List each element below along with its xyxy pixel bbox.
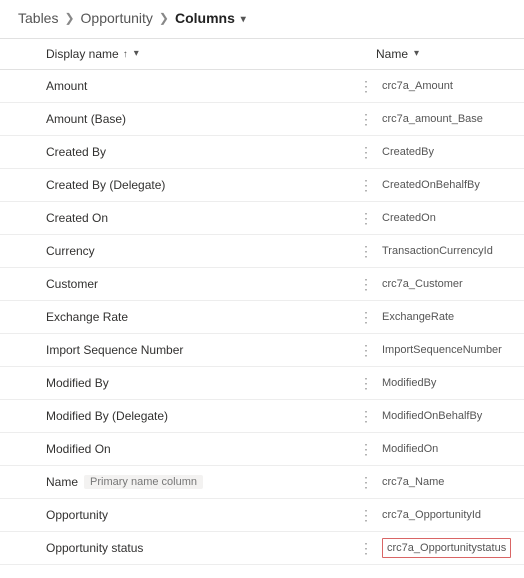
display-name-text: Created By (Delegate): [46, 178, 165, 192]
display-name-text: Modified By (Delegate): [46, 409, 168, 423]
row-more-icon[interactable]: ⋮: [356, 145, 376, 159]
cell-name: TransactionCurrencyId: [376, 245, 518, 257]
cell-display-name: Amount (Base): [46, 112, 376, 126]
display-name-text: Opportunity: [46, 508, 108, 522]
cell-name: crc7a_Name: [376, 476, 518, 488]
header-name[interactable]: Name ▾: [376, 47, 518, 61]
display-name-text: Amount: [46, 79, 87, 93]
cell-display-name: Created On: [46, 211, 376, 225]
header-display-name[interactable]: Display name ↑ ▾: [46, 47, 376, 61]
breadcrumb-current[interactable]: Columns ▾: [175, 10, 246, 26]
cell-display-name: Created By: [46, 145, 376, 159]
row-more-icon[interactable]: ⋮: [356, 343, 376, 357]
breadcrumb-opportunity[interactable]: Opportunity: [81, 10, 153, 26]
row-more-icon[interactable]: ⋮: [356, 79, 376, 93]
chevron-right-icon: ❯: [64, 11, 74, 25]
display-name-text: Modified By: [46, 376, 109, 390]
table-row[interactable]: Import Sequence Number ⋮ImportSequenceNum…: [0, 334, 524, 367]
row-more-icon[interactable]: ⋮: [356, 409, 376, 423]
row-more-icon[interactable]: ⋮: [356, 244, 376, 258]
row-more-icon[interactable]: ⋮: [356, 178, 376, 192]
row-more-icon[interactable]: ⋮: [356, 508, 376, 522]
table-row[interactable]: Amount ⋮crc7a_Amount: [0, 70, 524, 103]
table-row[interactable]: Exchange Rate ⋮ExchangeRate: [0, 301, 524, 334]
cell-name: CreatedBy: [376, 146, 518, 158]
table-row[interactable]: Modified By ⋮ModifiedBy: [0, 367, 524, 400]
cell-name: CreatedOn: [376, 212, 518, 224]
table-row[interactable]: Currency ⋮TransactionCurrencyId: [0, 235, 524, 268]
display-name-text: Created On: [46, 211, 108, 225]
table-row[interactable]: Name Primary name column ⋮crc7a_Name: [0, 466, 524, 499]
chevron-down-icon[interactable]: ▾: [134, 48, 139, 59]
cell-name: ImportSequenceNumber: [376, 344, 518, 356]
breadcrumb-tables[interactable]: Tables: [18, 10, 58, 26]
row-more-icon[interactable]: ⋮: [356, 442, 376, 456]
cell-name: crc7a_OpportunityId: [376, 509, 518, 521]
table-row[interactable]: Created On ⋮CreatedOn: [0, 202, 524, 235]
display-name-text: Created By: [46, 145, 106, 159]
cell-display-name: Modified By (Delegate): [46, 409, 376, 423]
display-name-text: Exchange Rate: [46, 310, 128, 324]
cell-name: ModifiedOnBehalfBy: [376, 410, 518, 422]
display-name-text: Import Sequence Number: [46, 343, 183, 357]
cell-display-name: Created By (Delegate): [46, 178, 376, 192]
cell-display-name: Name Primary name column: [46, 475, 376, 489]
cell-display-name: Customer: [46, 277, 376, 291]
cell-name: ModifiedBy: [376, 377, 518, 389]
cell-display-name: Exchange Rate: [46, 310, 376, 324]
display-name-text: Name: [46, 475, 78, 489]
cell-display-name: Modified By: [46, 376, 376, 390]
cell-name: crc7a_Amount: [376, 80, 518, 92]
display-name-text: Currency: [46, 244, 95, 258]
breadcrumb: Tables ❯ Opportunity ❯ Columns ▾: [0, 0, 524, 38]
cell-display-name: Currency: [46, 244, 376, 258]
table-header: Display name ↑ ▾ Name ▾: [0, 38, 524, 70]
cell-name: crc7a_amount_Base: [376, 113, 518, 125]
row-more-icon[interactable]: ⋮: [356, 112, 376, 126]
row-more-icon[interactable]: ⋮: [356, 376, 376, 390]
table-row[interactable]: Amount (Base) ⋮crc7a_amount_Base: [0, 103, 524, 136]
chevron-right-icon: ❯: [159, 11, 169, 25]
breadcrumb-current-label: Columns: [175, 10, 235, 26]
display-name-text: Modified On: [46, 442, 111, 456]
table-row[interactable]: Opportunity ⋮crc7a_OpportunityId: [0, 499, 524, 532]
cell-display-name: Modified On: [46, 442, 376, 456]
display-name-text: Customer: [46, 277, 98, 291]
cell-name: crc7a_Opportunitystatus: [376, 538, 518, 558]
row-more-icon[interactable]: ⋮: [356, 277, 376, 291]
cell-name: ModifiedOn: [376, 443, 518, 455]
row-more-icon[interactable]: ⋮: [356, 541, 376, 555]
cell-display-name: Opportunity: [46, 508, 376, 522]
cell-display-name: Amount: [46, 79, 376, 93]
table-row[interactable]: Created By ⋮CreatedBy: [0, 136, 524, 169]
table-row[interactable]: Modified By (Delegate) ⋮ModifiedOnBehalfB…: [0, 400, 524, 433]
table-body: Amount⋮crc7a_AmountAmount (Base)⋮crc7a_a…: [0, 70, 524, 565]
primary-badge: Primary name column: [84, 475, 203, 489]
header-display-label: Display name: [46, 47, 119, 61]
chevron-down-icon: ▾: [241, 14, 246, 25]
chevron-down-icon[interactable]: ▾: [414, 48, 419, 59]
cell-name: crc7a_Customer: [376, 278, 518, 290]
display-name-text: Opportunity status: [46, 541, 143, 555]
table-row[interactable]: Modified On ⋮ModifiedOn: [0, 433, 524, 466]
sort-asc-icon: ↑: [123, 49, 128, 60]
highlighted-name: crc7a_Opportunitystatus: [382, 538, 511, 558]
cell-name: CreatedOnBehalfBy: [376, 179, 518, 191]
table-row[interactable]: Opportunity status ⋮ crc7a_Opportunitystat…: [0, 532, 524, 565]
row-more-icon[interactable]: ⋮: [356, 211, 376, 225]
display-name-text: Amount (Base): [46, 112, 126, 126]
row-more-icon[interactable]: ⋮: [356, 475, 376, 489]
cell-name: ExchangeRate: [376, 311, 518, 323]
table-row[interactable]: Customer ⋮crc7a_Customer: [0, 268, 524, 301]
cell-display-name: Import Sequence Number: [46, 343, 376, 357]
table-row[interactable]: Created By (Delegate) ⋮CreatedOnBehalfBy: [0, 169, 524, 202]
cell-display-name: Opportunity status: [46, 541, 376, 555]
row-more-icon[interactable]: ⋮: [356, 310, 376, 324]
header-name-label: Name: [376, 47, 408, 61]
